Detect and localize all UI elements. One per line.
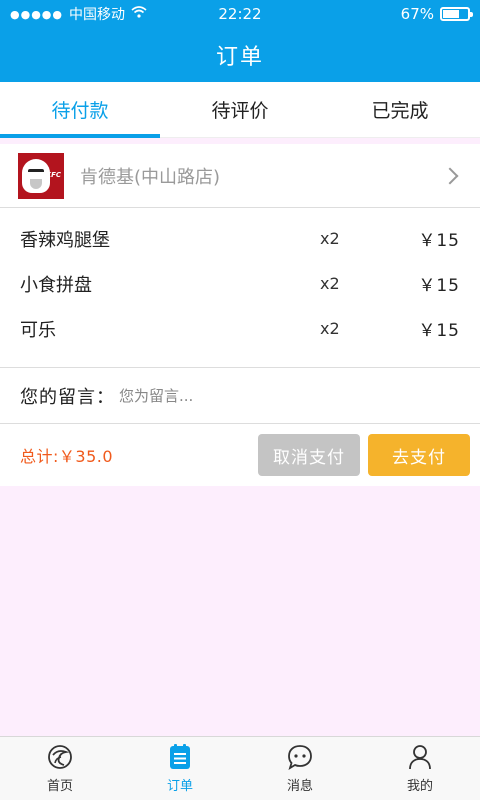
battery-icon (440, 7, 473, 21)
message-input[interactable]: 您为留言... (119, 385, 193, 406)
bottom-tab-bar: 首页 订单 消息 我的 (0, 736, 480, 800)
item-name: 可乐 (20, 319, 56, 341)
tabbar-label: 订单 (166, 779, 193, 794)
item-price: ￥15 (418, 231, 460, 251)
shop-name: 肯德基(中山路店) (80, 166, 221, 188)
message-row: 您的留言： 您为留言... (0, 368, 480, 424)
item-qty: x2 (320, 274, 340, 293)
item-name: 香辣鸡腿堡 (20, 229, 110, 251)
app-header: ●●●●● 中国移动 22:22 67% 订单 (0, 0, 480, 82)
page-title: 订单 (215, 45, 264, 70)
order-total: 总计:￥35.0 (20, 447, 114, 466)
tabbar-item-orders[interactable]: 订单 (120, 737, 240, 800)
shop-row[interactable]: KFC 肯德基(中山路店) (0, 144, 480, 208)
order-icon (170, 744, 190, 769)
tabbar-item-profile[interactable]: 我的 (360, 737, 480, 800)
clock: 22:22 (218, 5, 262, 23)
item-price: ￥15 (418, 276, 460, 296)
tab-pending-review[interactable]: 待评价 (160, 82, 320, 137)
tabbar-label: 首页 (46, 779, 73, 794)
order-footer: 总计:￥35.0 取消支付 去支付 (0, 424, 480, 486)
item-qty: x2 (320, 319, 340, 338)
tabbar-item-home[interactable]: 首页 (0, 737, 120, 800)
order-tabs: 待付款 待评价 已完成 (0, 82, 480, 138)
list-item: 香辣鸡腿堡 x2 ￥15 (0, 216, 480, 261)
tabbar-label: 消息 (286, 779, 313, 794)
tab-pending-payment[interactable]: 待付款 (0, 82, 160, 138)
item-price: ￥15 (418, 321, 460, 341)
item-qty: x2 (320, 229, 340, 248)
chevron-right-icon (441, 167, 459, 184)
order-card: KFC 肯德基(中山路店) 香辣鸡腿堡 x2 ￥15 小食拼盘 x2 ￥15 可… (0, 144, 480, 486)
list-item: 小食拼盘 x2 ￥15 (0, 261, 480, 306)
profile-icon (409, 745, 431, 770)
tabbar-label: 我的 (406, 779, 433, 794)
message-icon (288, 745, 312, 770)
order-items: 香辣鸡腿堡 x2 ￥15 小食拼盘 x2 ￥15 可乐 x2 ￥15 (0, 208, 480, 368)
tab-completed[interactable]: 已完成 (320, 82, 480, 137)
home-icon (48, 745, 72, 769)
tabbar-item-messages[interactable]: 消息 (240, 737, 360, 800)
pay-button[interactable]: 去支付 (368, 434, 470, 476)
status-bar: ●●●●● 中国移动 22:22 67% (0, 0, 480, 28)
item-name: 小食拼盘 (20, 274, 92, 296)
cancel-payment-button[interactable]: 取消支付 (258, 434, 360, 476)
kfc-logo: KFC (18, 152, 64, 199)
list-item: 可乐 x2 ￥15 (0, 306, 480, 351)
message-label: 您的留言： (20, 386, 115, 408)
